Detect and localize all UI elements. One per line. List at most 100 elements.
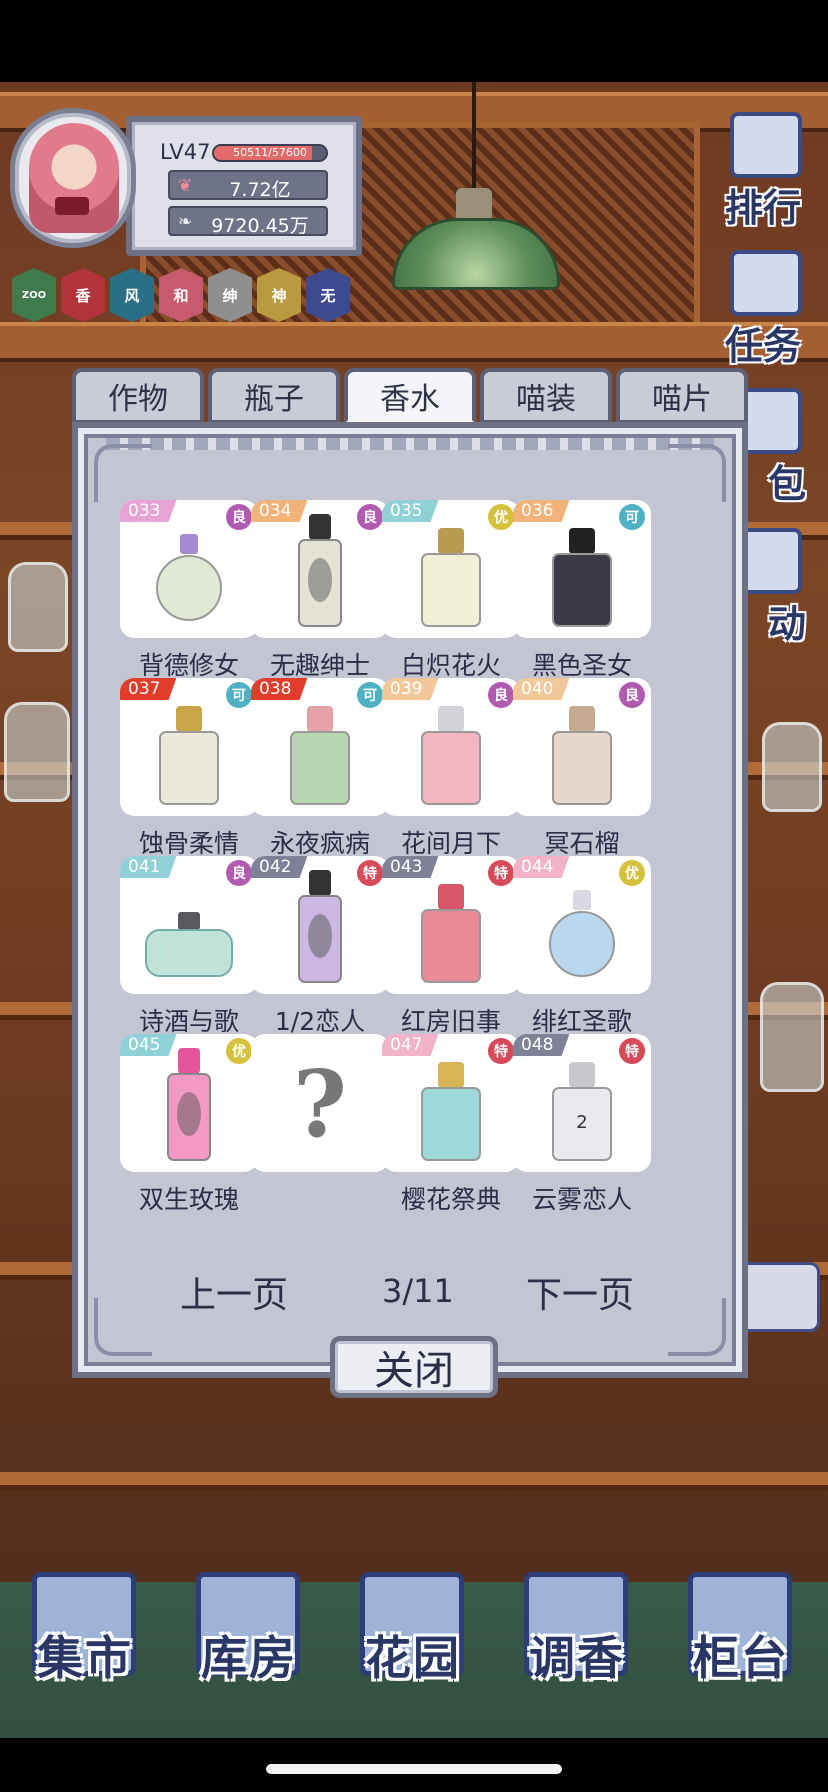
ornament-corner [668,1298,726,1356]
collection-badge[interactable]: 风 [110,268,154,322]
collection-badge[interactable]: ZOO [12,268,56,322]
perfume-item[interactable]: 038 可永夜疯病 [251,678,389,858]
tab-crops[interactable]: 作物 [72,368,204,424]
ranking-icon [730,112,802,178]
collection-badge[interactable]: 和 [159,268,203,322]
perfume-item[interactable]: 039 良花间月下 [382,678,520,858]
jar [8,562,68,652]
nav-storage-button[interactable]: 库房 [186,1572,312,1688]
tab-cat-outfits[interactable]: 喵装 [480,368,612,424]
lamp-cord [472,82,476,192]
tab-perfume[interactable]: 香水 [344,368,476,424]
perfume-item[interactable]: 2 048 特云雾恋人 [513,1034,651,1214]
perfume-item[interactable]: 035 优白炽花火 [382,500,520,680]
nav-counter-label: 柜台 [693,1631,789,1685]
bottle-body [549,911,615,977]
perfume-item[interactable]: ? [251,1034,389,1214]
bottle-label [177,1092,201,1136]
perfume-card[interactable]: ? [251,1034,389,1172]
counter-shelf [0,1472,828,1490]
bottle-body [159,731,219,805]
grade-badge: 良 [357,504,383,530]
bottle-cap [438,1062,464,1088]
grade-badge: 可 [226,682,252,708]
perfume-card[interactable]: 040 良 [513,678,651,816]
perfume-item[interactable]: 034 良无趣绅士 [251,500,389,680]
perfume-item[interactable]: 033 良背德修女 [120,500,258,680]
item-number-tag: 040 [513,678,570,700]
perfume-name: 云雾恋人 [531,1185,632,1214]
perfume-item[interactable]: 041 良诗酒与歌 [120,856,258,1036]
perfume-item[interactable]: 044 优绯红圣歌 [513,856,651,1036]
tab-cat-cards[interactable]: 喵片 [616,368,748,424]
nav-market-button[interactable]: 集市 [22,1572,148,1688]
bottle-cap [569,528,595,554]
nav-blend-button[interactable]: 调香 [514,1572,640,1688]
item-number-tag: 042 [251,856,308,878]
close-button[interactable]: 关闭 [330,1336,498,1398]
bottle-cap [573,890,591,910]
bottle-cap [569,1062,595,1088]
perfume-card[interactable]: 042 特 [251,856,389,994]
flower-pot [740,1262,820,1332]
bottle-cap [180,534,198,554]
ranking-label: 排行 [724,185,801,230]
perfume-card[interactable]: 037 可 [120,678,258,816]
tasks-label: 任务 [724,323,801,368]
player-avatar[interactable] [10,108,136,248]
tasks-button[interactable]: 任务 [704,250,822,368]
grade-badge: 可 [357,682,383,708]
grade-badge: 特 [357,860,383,886]
item-number-tag: 044 [513,856,570,878]
home-indicator[interactable] [266,1764,562,1774]
nav-garden-button[interactable]: 花园 [350,1572,476,1688]
perfume-card[interactable]: 033 良 [120,500,258,638]
bottle-label [308,914,332,958]
perfume-name: 冥石榴 [544,829,620,858]
perfume-item[interactable]: 040 良冥石榴 [513,678,651,858]
nav-counter-button[interactable]: 柜台 [678,1572,804,1688]
status-bar-area [0,0,828,82]
shelf [0,522,80,540]
perfume-card[interactable]: 034 良 [251,500,389,638]
item-number-tag: 039 [382,678,439,700]
bottle-cap [309,514,331,540]
item-number-tag: 036 [513,500,570,522]
next-page-button[interactable]: 下一页 [526,1266,634,1318]
perfume-item[interactable]: 047 特樱花祭典 [382,1034,520,1214]
perfume-card[interactable]: 041 良 [120,856,258,994]
nav-blend-label: 调香 [529,1631,625,1685]
perfume-card[interactable]: 2 048 特 [513,1034,651,1172]
collection-badge[interactable]: 绅 [208,268,252,322]
tab-bottles[interactable]: 瓶子 [208,368,340,424]
perfume-item[interactable]: 037 可蚀骨柔情 [120,678,258,858]
perfume-item[interactable]: 042 特 1/2恋人 [251,856,389,1036]
collection-badge[interactable]: 无 [306,268,350,322]
bottle-cap [176,706,202,732]
perfume-card[interactable]: 047 特 [382,1034,520,1172]
perfume-card[interactable]: 043 特 [382,856,520,994]
perfume-card[interactable]: 036 可 [513,500,651,638]
perfume-card[interactable]: 035 优 [382,500,520,638]
jar [4,702,70,802]
perfume-item[interactable]: 045 优双生玫瑰 [120,1034,258,1214]
grade-badge: 良 [226,504,252,530]
bottle-cap [307,706,333,732]
bottle-cap [309,870,331,896]
leaf-icon: ❧ [178,212,193,232]
perfume-card[interactable]: 045 优 [120,1034,258,1172]
currency-primary-value: 7.72亿 [229,179,291,201]
ranking-button[interactable]: 排行 [704,112,822,232]
collection-badge[interactable]: 香 [61,268,105,322]
perfume-card[interactable]: 044 优 [513,856,651,994]
perfume-card[interactable]: 038 可 [251,678,389,816]
prev-page-button[interactable]: 上一页 [180,1266,288,1318]
perfume-card[interactable]: 039 良 [382,678,520,816]
ornament-corner [668,444,726,502]
jar [760,982,824,1092]
collection-badge[interactable]: 神 [257,268,301,322]
item-number-tag: 033 [120,500,177,522]
bottle-cap [438,706,464,732]
perfume-item[interactable]: 036 可黑色圣女 [513,500,651,680]
perfume-item[interactable]: 043 特红房旧事 [382,856,520,1036]
